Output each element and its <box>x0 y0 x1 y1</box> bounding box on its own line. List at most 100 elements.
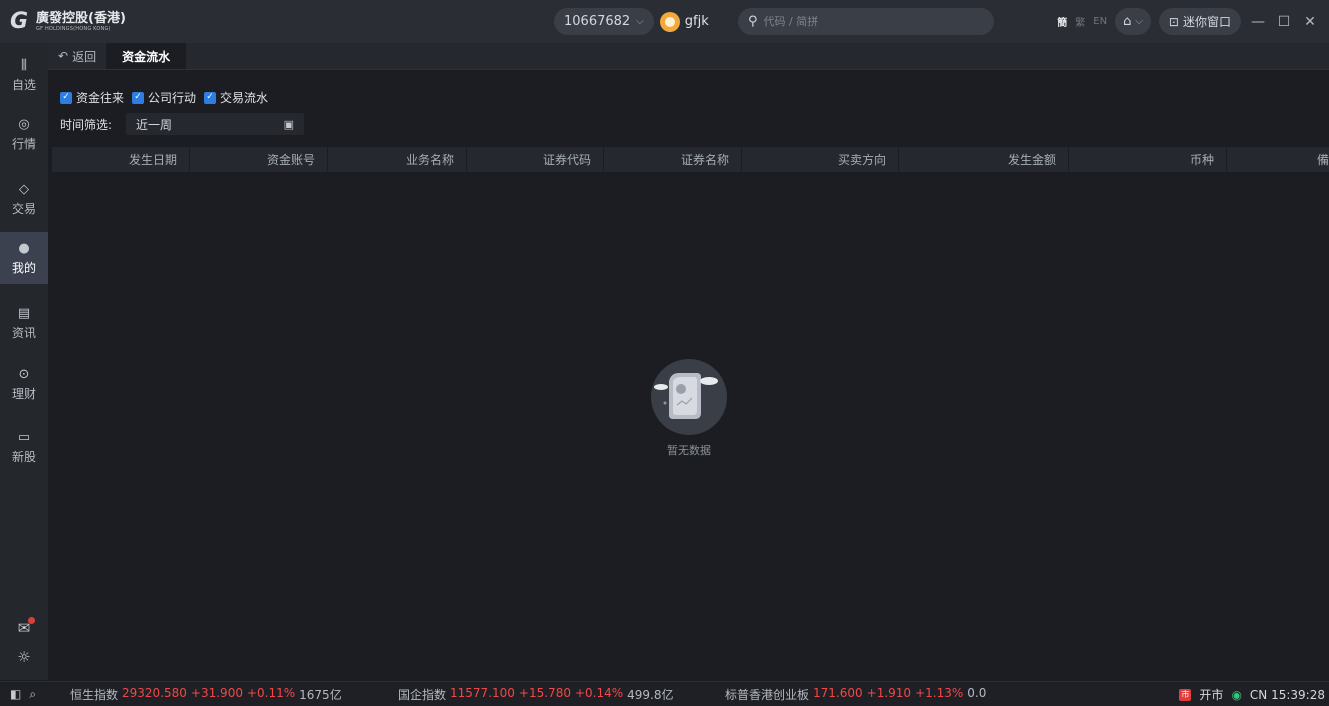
column-header[interactable]: 证券名称 <box>604 147 742 172</box>
mail-icon: ✉ <box>18 617 35 637</box>
account-number: 10667682 <box>564 14 631 29</box>
minimize-icon[interactable]: — <box>1249 14 1267 30</box>
search-box[interactable]: ⚲ <box>738 8 994 35</box>
logo-title: 廣發控股(香港) <box>36 10 126 26</box>
close-icon[interactable]: ✕ <box>1301 14 1319 30</box>
sidebar-item-news[interactable]: ▤ 资讯 <box>0 297 48 349</box>
search-input[interactable] <box>763 15 964 28</box>
window-controls-area: 簡 繁 EN ⌂ ⌵ ⊡ 迷你窗口 — ☐ ✕ <box>1057 8 1319 35</box>
avatar <box>659 11 680 32</box>
market-open-icon: 市 <box>1179 688 1192 701</box>
calendar-icon[interactable]: ▣ <box>284 118 294 131</box>
empty-state: 暂无数据 <box>634 359 744 458</box>
sidebar-item-label: 新股 <box>11 449 36 464</box>
layout-toggle-icon[interactable]: ◧ <box>10 687 21 702</box>
settings-button[interactable]: ☼ <box>0 648 48 666</box>
back-arrow-icon: ↶ <box>58 49 69 63</box>
column-header[interactable]: 发生金额 <box>899 147 1069 172</box>
sidebar-item-wealth[interactable]: ⊙ 理财 <box>0 358 48 410</box>
skin-button[interactable]: ⌂ ⌵ <box>1115 8 1151 35</box>
filter-corporate-action[interactable]: ✓ 公司行动 <box>132 89 196 106</box>
sidebar-item-trade[interactable]: ◇ 交易 <box>0 173 48 225</box>
time-filter-label: 时间筛选: <box>60 117 113 132</box>
filter-trade-flow[interactable]: ✓ 交易流水 <box>204 89 268 106</box>
tabs-bar: ↶ 返回 资金流水 <box>48 43 1329 70</box>
shirt-icon: ⌂ <box>1123 14 1132 29</box>
lang-simplified[interactable]: 簡 <box>1057 14 1067 29</box>
table-header: 发生日期 资金账号 业务名称 证券代码 证券名称 买卖方向 发生金额 币种 備 <box>52 147 1329 172</box>
column-header[interactable]: 币种 <box>1069 147 1227 172</box>
index-hscei[interactable]: 国企指数 11577.100 +15.780 +0.14% 499.8亿 <box>398 686 674 703</box>
sidebar-item-label: 行情 <box>11 136 36 151</box>
back-button[interactable]: ↶ 返回 <box>48 43 106 69</box>
index-gem[interactable]: 标普香港创业板 171.600 +1.910 +1.13% 0.0 <box>725 686 986 703</box>
filter-label: 交易流水 <box>220 91 269 105</box>
empty-state-text: 暂无数据 <box>667 444 711 457</box>
sidebar-item-label: 自选 <box>11 77 36 92</box>
sidebar-item-label: 资讯 <box>11 325 36 340</box>
index-hsi[interactable]: 恒生指数 29320.580 +31.900 +0.11% 1675亿 <box>70 686 342 703</box>
checkbox-checked-icon[interactable]: ✓ <box>204 91 217 104</box>
time-range-value: 近一周 <box>136 117 173 132</box>
ipo-icon: ▭ <box>17 430 31 445</box>
mail-button[interactable]: ✉ <box>0 617 48 637</box>
account-selector[interactable]: 10667682 ⌵ <box>554 8 654 35</box>
sidebar-item-market[interactable]: ◎ 行情 <box>0 108 48 160</box>
column-header[interactable]: 业务名称 <box>328 147 467 172</box>
sidebar-item-label: 交易 <box>11 201 36 216</box>
title-bar: G 廣發控股(香港) GF HOLDINGS(HONG KONG) 106676… <box>0 0 1329 43</box>
clock: CN 15:39:28 <box>1249 687 1325 702</box>
gear-icon: ☼ <box>17 648 31 666</box>
brand-logo: G 廣發控股(香港) GF HOLDINGS(HONG KONG) <box>6 9 126 35</box>
maximize-icon[interactable]: ☐ <box>1275 14 1293 30</box>
empty-illustration-icon <box>651 359 727 435</box>
checkbox-checked-icon[interactable]: ✓ <box>132 91 145 104</box>
user-menu[interactable]: gfjk <box>659 11 709 32</box>
account-area: 10667682 ⌵ gfjk <box>554 8 709 35</box>
logo-subtitle: GF HOLDINGS(HONG KONG) <box>36 25 111 32</box>
chat-icon[interactable]: ⌕ <box>29 687 36 702</box>
wifi-icon: ◉ <box>1231 687 1242 702</box>
filter-fund-transfer[interactable]: ✓ 资金往来 <box>60 89 124 106</box>
candlestick-icon: ⫼ <box>21 58 27 73</box>
filter-label: 资金往来 <box>76 91 125 105</box>
checkbox-checked-icon[interactable]: ✓ <box>60 91 72 104</box>
lang-traditional[interactable]: 繁 <box>1075 14 1085 29</box>
sidebar-item-label: 我的 <box>11 260 36 275</box>
column-header[interactable]: 证券代码 <box>467 147 604 172</box>
time-range-select[interactable]: 近一周 ▣ <box>126 113 305 135</box>
sidebar: ⫼ 自选 ◎ 行情 ◇ 交易 ● 我的 ▤ 资讯 ⊙ 理财 ▭ 新股 ✉ ☼ <box>0 43 48 680</box>
back-label: 返回 <box>72 49 97 64</box>
username: gfjk <box>684 14 709 29</box>
lang-english[interactable]: EN <box>1093 16 1107 27</box>
mini-window-button[interactable]: ⊡ 迷你窗口 <box>1158 8 1241 35</box>
trend-icon: ◎ <box>18 117 30 132</box>
sidebar-item-label: 理财 <box>11 386 36 401</box>
gf-logo-icon: G <box>9 9 29 34</box>
sidebar-item-ipo[interactable]: ▭ 新股 <box>0 421 48 473</box>
user-icon: ● <box>18 241 30 256</box>
tab-fund-flow[interactable]: 资金流水 <box>106 43 187 69</box>
search-icon: ⚲ <box>748 14 758 29</box>
sidebar-item-mine[interactable]: ● 我的 <box>0 232 48 284</box>
mini-window-icon: ⊡ <box>1168 14 1179 29</box>
status-bar: ◧ ⌕ 恒生指数 29320.580 +31.900 +0.11% 1675亿 … <box>0 681 1329 706</box>
notification-dot <box>27 617 35 624</box>
sidebar-item-watchlist[interactable]: ⫼ 自选 <box>0 49 48 101</box>
market-status-area: 市 开市 ◉ CN 15:39:28 <box>1179 686 1325 703</box>
column-header[interactable]: 买卖方向 <box>742 147 899 172</box>
chevron-down-icon: ⌵ <box>636 16 644 27</box>
column-header[interactable]: 资金账号 <box>190 147 328 172</box>
time-filter: 时间筛选: 近一周 ▣ <box>60 113 305 135</box>
record-type-filters: ✓ 资金往来 ✓ 公司行动 ✓ 交易流水 <box>60 89 268 106</box>
chevron-down-icon: ⌵ <box>1135 16 1143 27</box>
wealth-icon: ⊙ <box>18 367 30 382</box>
trade-icon: ◇ <box>19 182 29 197</box>
column-header[interactable]: 发生日期 <box>52 147 190 172</box>
app-window: G 廣發控股(香港) GF HOLDINGS(HONG KONG) 106676… <box>0 0 1329 706</box>
mini-window-label: 迷你窗口 <box>1182 15 1231 29</box>
filter-label: 公司行动 <box>148 91 197 105</box>
news-icon: ▤ <box>17 306 31 321</box>
market-status: 开市 <box>1199 688 1224 702</box>
column-header[interactable]: 備 <box>1227 147 1329 172</box>
